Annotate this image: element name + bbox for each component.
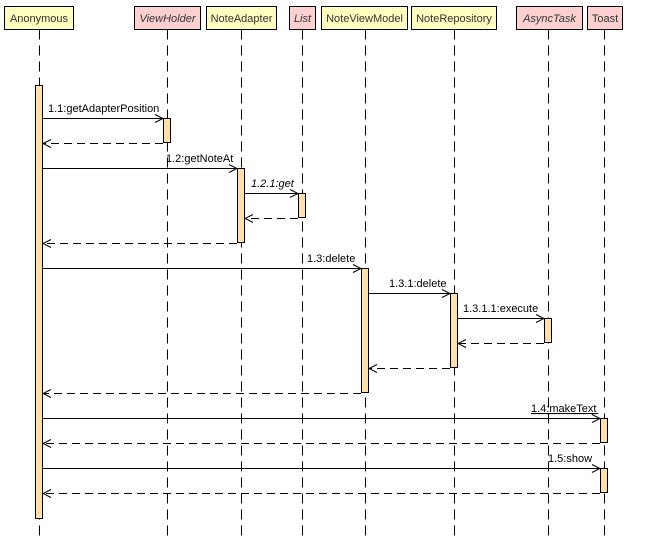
lifeline-asynctask: AsyncTask: [516, 6, 583, 30]
activation-bar-toast: [600, 418, 608, 443]
message-label: 1.2.1:get: [251, 178, 295, 190]
message-1-3-1: 1.3.1:delete: [369, 278, 450, 369]
lifeline-label: Toast: [592, 13, 618, 25]
activation-bar-noterepository: [450, 293, 458, 368]
message-1-4: 1.4:makeText: [43, 403, 600, 444]
message-label: 1.2:getNoteAt: [166, 153, 233, 165]
message-1-3-1-1: 1.3.1.1:execute: [458, 303, 544, 344]
lifeline-label: List: [294, 13, 312, 25]
message-label: 1.5:show: [548, 453, 592, 465]
message-label: 1.3:delete: [307, 253, 355, 265]
activation-bar-anonymous: [35, 85, 43, 519]
lifeline-label: NoteAdapter: [211, 13, 273, 25]
activation-bar-list: [298, 193, 306, 218]
lifeline-noterepository: NoteRepository: [411, 6, 497, 30]
lifeline-label: NoteViewModel: [326, 13, 403, 25]
activation-bar-viewholder: [163, 118, 171, 143]
activation-bar-asynctask: [544, 318, 552, 343]
lifeline-toast: Toast: [587, 6, 623, 30]
lifeline-label: Anonymous: [10, 13, 69, 25]
activation-bar-noteviewmodel: [361, 268, 369, 393]
message-1-2: 1.2:getNoteAt: [43, 153, 237, 244]
lifeline-label: AsyncTask: [522, 13, 576, 25]
sequence-diagram: 1.1:getAdapterPosition 1.2:getNoteAt 1.2.1…: [4, 6, 623, 536]
message-label: 1.3.1:delete: [389, 278, 447, 290]
activation-bar-toast: [600, 468, 608, 493]
activation-bar-noteadapter: [237, 168, 245, 243]
lifeline-noteadapter: NoteAdapter: [206, 6, 277, 30]
lifeline-label: ViewHolder: [139, 13, 196, 25]
lifeline-noteviewmodel: NoteViewModel: [321, 6, 408, 30]
lifeline-list: List: [289, 6, 316, 30]
lifeline-anonymous: Anonymous: [4, 6, 74, 30]
message-label: 1.1:getAdapterPosition: [48, 103, 159, 115]
message-1-1: 1.1:getAdapterPosition: [43, 103, 163, 144]
message-1-5: 1.5:show: [43, 453, 600, 494]
lifeline-label: NoteRepository: [416, 13, 492, 25]
message-1-3: 1.3:delete: [43, 253, 361, 394]
lifeline-viewholder: ViewHolder: [134, 6, 201, 30]
message-1-2-1: 1.2.1:get: [245, 178, 298, 219]
message-label: 1.3.1.1:execute: [463, 303, 538, 315]
